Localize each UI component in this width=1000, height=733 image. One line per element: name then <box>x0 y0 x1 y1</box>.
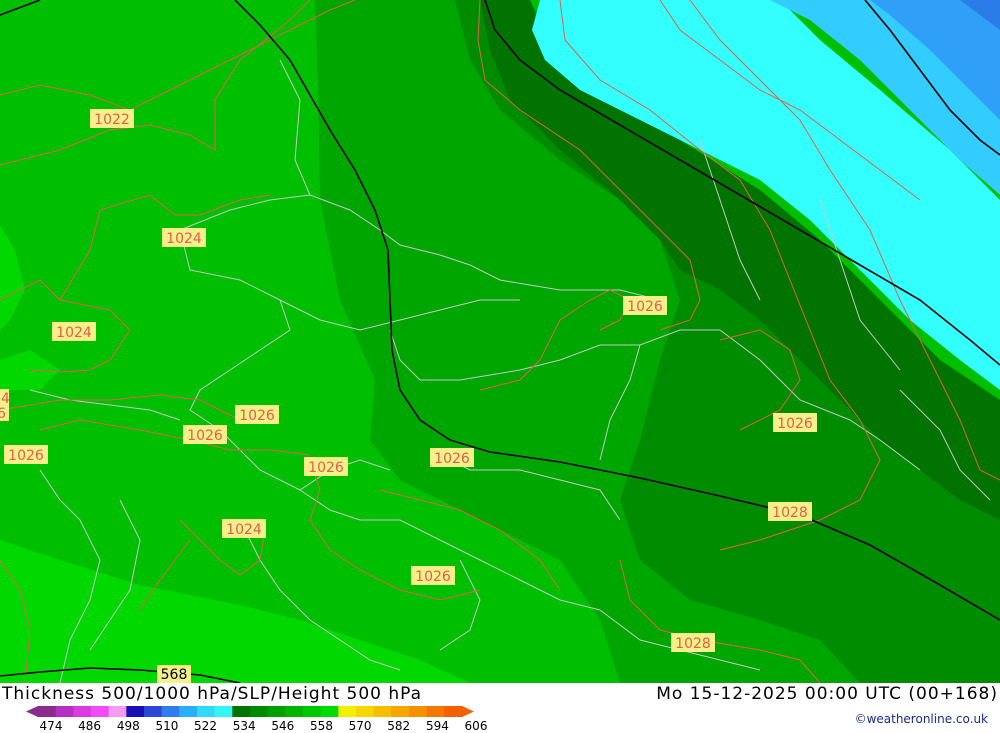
legend-swatch <box>179 706 198 717</box>
svg-text:1026: 1026 <box>434 451 470 467</box>
legend-swatch <box>356 706 375 717</box>
legend-swatch <box>373 706 392 717</box>
svg-text:1026: 1026 <box>415 569 451 585</box>
isobar-label: 1024 <box>162 228 206 247</box>
legend-tick-label: 558 <box>310 719 333 733</box>
svg-text:1026: 1026 <box>187 428 223 444</box>
legend-tick-label: 510 <box>155 719 178 733</box>
legend-tick-label: 594 <box>426 719 449 733</box>
svg-text:1028: 1028 <box>675 636 711 652</box>
isobar-label: 1026 <box>773 413 817 432</box>
legend-swatch <box>91 706 110 717</box>
legend-swatch <box>73 706 92 717</box>
legend-tick-label: 582 <box>387 719 410 733</box>
svg-text:1026: 1026 <box>8 448 44 464</box>
svg-text:1022: 1022 <box>94 112 130 128</box>
svg-text:1024: 1024 <box>226 522 262 538</box>
legend-swatch <box>320 706 339 717</box>
legend-swatch <box>38 706 57 717</box>
legend-tick-label: 534 <box>233 719 256 733</box>
legend-swatch <box>426 706 445 717</box>
svg-text:1024: 1024 <box>166 231 202 247</box>
isobar-label: 1026 <box>411 566 455 585</box>
svg-text:568: 568 <box>161 667 188 683</box>
legend-swatch <box>108 706 127 717</box>
legend-tick-label: 474 <box>40 719 63 733</box>
map-title: Thickness 500/1000 hPa/SLP/Height 500 hP… <box>2 684 423 704</box>
isobar-label: 1028 <box>768 502 812 521</box>
legend-arrow-left <box>26 706 38 717</box>
isobar-label: 1022 <box>90 109 134 128</box>
svg-text:1028: 1028 <box>772 505 808 521</box>
credit-link[interactable]: ©weatheronline.co.uk <box>855 712 988 726</box>
isobar-label: 1026 <box>235 405 279 424</box>
legend-swatch <box>391 706 410 717</box>
legend-swatch <box>161 706 180 717</box>
legend-tick-label: 486 <box>78 719 101 733</box>
legend-swatch <box>250 706 269 717</box>
legend-swatch <box>126 706 145 717</box>
legend-swatch <box>285 706 304 717</box>
weather-map: 1022 1024 1024 1026 1026 1026 1026 1026 … <box>0 0 1000 684</box>
isobar-label: 1024 <box>52 322 96 341</box>
isobar-label: 1026 <box>304 457 348 476</box>
legend-tick-label: 606 <box>465 719 488 733</box>
legend-swatch <box>232 706 251 717</box>
legend-colorbar <box>26 706 474 717</box>
legend-swatch <box>197 706 216 717</box>
color-legend: 474 486 498 510 522 534 546 558 570 582 594 606 <box>26 706 488 733</box>
svg-text:1026: 1026 <box>627 299 663 315</box>
legend-tick-label: 570 <box>349 719 372 733</box>
legend-swatch <box>338 706 357 717</box>
svg-text:4: 4 <box>1 391 10 407</box>
svg-text:1026: 1026 <box>308 460 344 476</box>
legend-swatch <box>267 706 286 717</box>
legend-tick-label: 522 <box>194 719 217 733</box>
map-svg: 1022 1024 1024 1026 1026 1026 1026 1026 … <box>0 0 1000 684</box>
isobar-label: 1026 <box>4 445 48 464</box>
isobar-label: 1026 <box>623 296 667 315</box>
svg-text:6: 6 <box>0 406 6 422</box>
legend-swatch <box>444 706 463 717</box>
isobar-label: 1024 <box>222 519 266 538</box>
isobar-label: 1026 <box>183 425 227 444</box>
legend-swatch <box>303 706 322 717</box>
svg-text:1024: 1024 <box>56 325 92 341</box>
legend-tick-labels: 474 486 498 510 522 534 546 558 570 582 594 606 <box>40 719 488 733</box>
legend-tick-label: 546 <box>271 719 294 733</box>
legend-arrow-right <box>462 706 474 717</box>
forecast-datetime: Mo 15-12-2025 00:00 UTC (00+168) <box>656 684 998 704</box>
svg-text:1026: 1026 <box>239 408 275 424</box>
legend-swatch <box>214 706 233 717</box>
legend-tick-label: 498 <box>117 719 140 733</box>
legend-swatch <box>409 706 428 717</box>
legend-swatch <box>55 706 74 717</box>
footer-bar: Thickness 500/1000 hPa/SLP/Height 500 hP… <box>0 683 1000 733</box>
svg-text:1026: 1026 <box>777 416 813 432</box>
isobar-label: 1028 <box>671 633 715 652</box>
legend-swatch <box>144 706 163 717</box>
isobar-label-edge: 46 <box>0 389 10 422</box>
height-label: 568 <box>157 665 191 683</box>
isobar-label: 1026 <box>430 448 474 467</box>
